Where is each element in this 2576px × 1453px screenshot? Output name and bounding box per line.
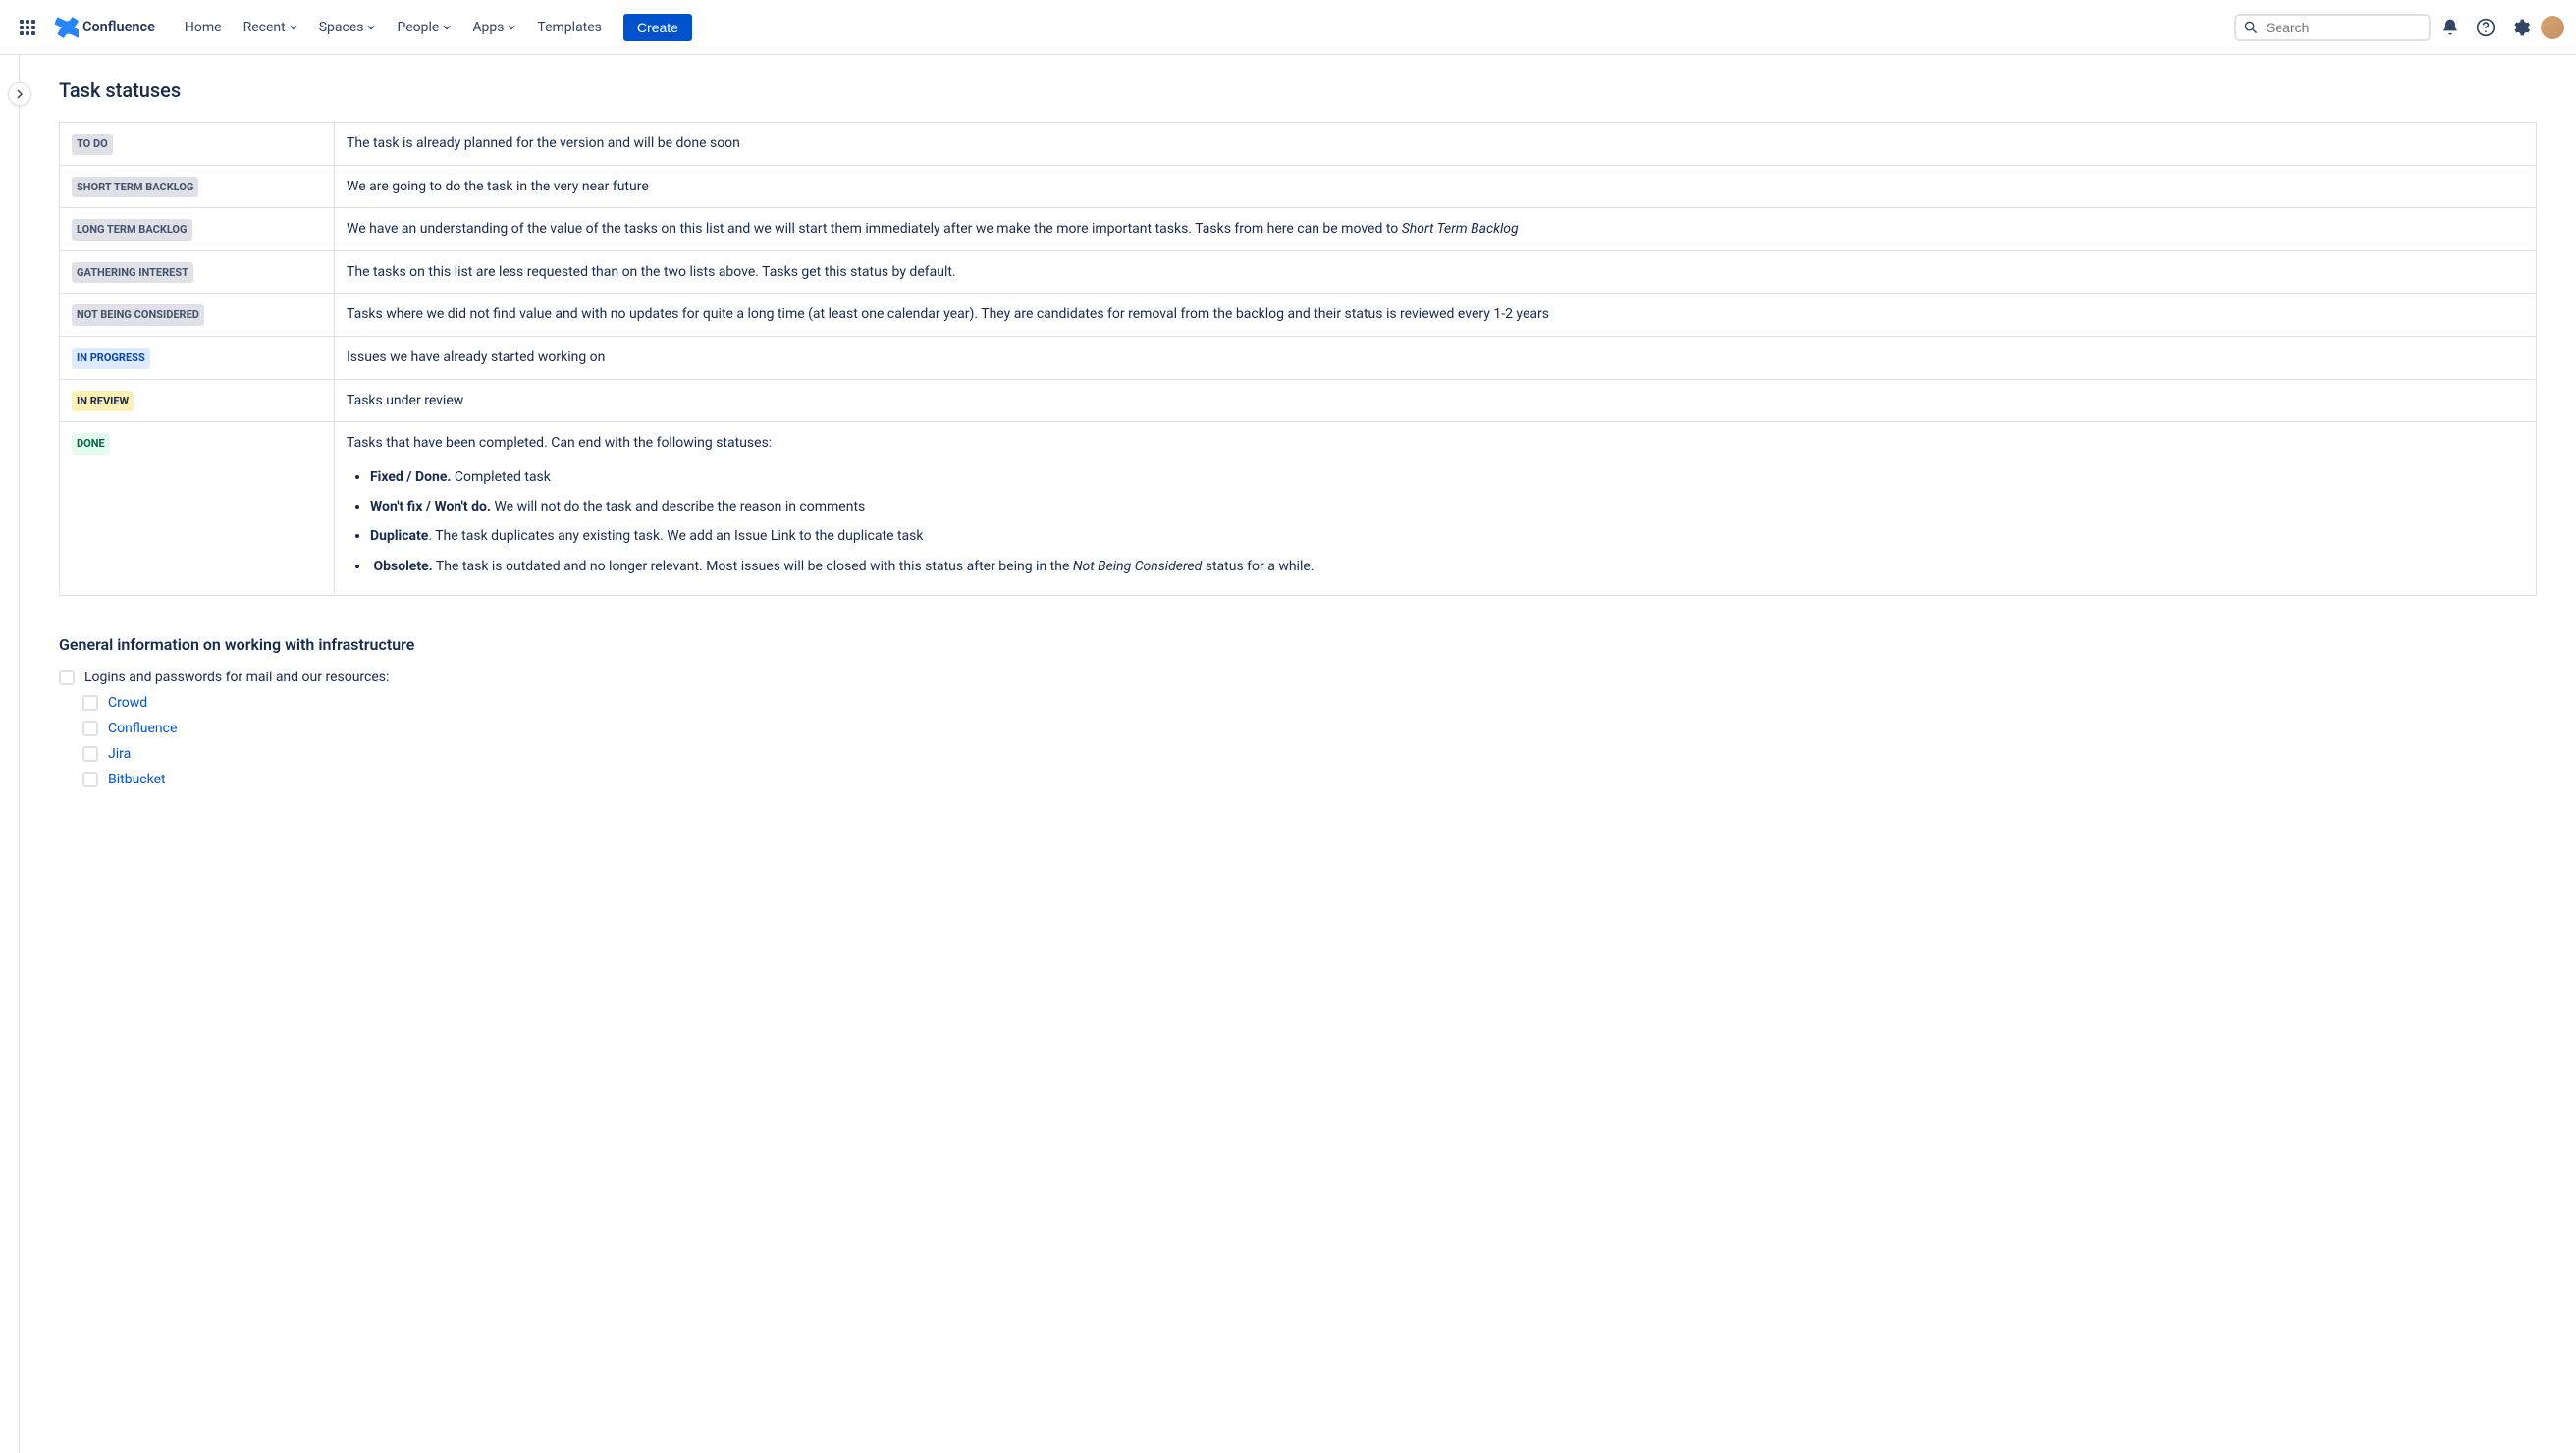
table-row: TO DO The task is already planned for th… [60, 123, 2537, 166]
task-item: Crowd [82, 695, 2537, 711]
chevron-down-icon [443, 24, 451, 31]
table-row: LONG TERM BACKLOG We have an understandi… [60, 208, 2537, 251]
nav-spaces[interactable]: Spaces [309, 14, 386, 41]
table-row: GATHERING INTEREST The tasks on this lis… [60, 250, 2537, 294]
gear-icon [2511, 18, 2531, 37]
status-desc: Tasks under review [335, 379, 2537, 422]
status-badge-todo: TO DO [72, 134, 113, 155]
task-link-crowd[interactable]: Crowd [108, 695, 147, 711]
task-item: Confluence [82, 721, 2537, 736]
table-row: DONE Tasks that have been completed. Can… [60, 422, 2537, 596]
task-item: Jira [82, 746, 2537, 762]
list-item: Won't fix / Won't do. We will not do the… [370, 496, 2524, 517]
task-checkbox[interactable] [59, 670, 75, 685]
nav-home[interactable]: Home [175, 14, 232, 41]
task-checkbox[interactable] [82, 695, 98, 711]
task-item: Logins and passwords for mail and our re… [59, 670, 2537, 685]
table-row: SHORT TERM BACKLOG We are going to do th… [60, 165, 2537, 208]
product-name: Confluence [82, 19, 155, 35]
nav-recent[interactable]: Recent [234, 14, 307, 41]
status-badge-done: DONE [72, 433, 110, 455]
nav-right [2234, 12, 2564, 43]
status-badge-long-term: LONG TERM BACKLOG [72, 219, 192, 241]
expand-sidebar-button[interactable] [8, 82, 31, 106]
chevron-down-icon [508, 24, 515, 31]
app-switcher-icon [20, 20, 35, 35]
task-checkbox[interactable] [82, 746, 98, 762]
status-badge-short-term: SHORT TERM BACKLOG [72, 177, 198, 198]
confluence-logo[interactable]: Confluence [47, 16, 163, 39]
status-desc: Tasks that have been completed. Can end … [335, 422, 2537, 596]
search-box[interactable] [2234, 14, 2431, 41]
help-button[interactable] [2470, 12, 2501, 43]
avatar[interactable] [2541, 16, 2564, 39]
page-content: Task statuses TO DO The task is already … [20, 55, 2576, 821]
status-desc: We are going to do the task in the very … [335, 165, 2537, 208]
table-row: IN REVIEW Tasks under review [60, 379, 2537, 422]
task-checkbox[interactable] [82, 772, 98, 787]
chevron-down-icon [290, 24, 297, 31]
page-title: Task statuses [59, 79, 2537, 102]
chevron-down-icon [367, 24, 375, 31]
nav-apps[interactable]: Apps [462, 14, 525, 41]
task-label: Logins and passwords for mail and our re… [84, 670, 389, 685]
task-list: Logins and passwords for mail and our re… [59, 670, 2537, 685]
task-list-nested: Crowd Confluence Jira Bitbucket [82, 695, 2537, 787]
search-input[interactable] [2266, 20, 2421, 35]
nav-items: Home Recent Spaces People Apps Templates… [175, 14, 692, 41]
create-button[interactable]: Create [623, 14, 692, 41]
notifications-button[interactable] [2435, 12, 2466, 43]
section-heading: General information on working with infr… [59, 635, 2537, 654]
status-desc: The tasks on this list are less requeste… [335, 250, 2537, 294]
list-item: Fixed / Done. Completed task [370, 466, 2524, 488]
task-link-jira[interactable]: Jira [108, 746, 131, 762]
status-badge-in-progress: IN PROGRESS [72, 348, 150, 369]
status-table: TO DO The task is already planned for th… [59, 122, 2537, 596]
task-link-bitbucket[interactable]: Bitbucket [108, 772, 166, 787]
top-nav: Confluence Home Recent Spaces People App… [0, 0, 2576, 55]
list-item: Obsolete. The task is outdated and no lo… [370, 556, 2524, 577]
bell-icon [2441, 18, 2460, 37]
sidebar-collapsed [0, 55, 20, 1453]
help-icon [2476, 18, 2496, 37]
search-icon [2244, 20, 2258, 35]
status-badge-gathering: GATHERING INTEREST [72, 262, 193, 284]
list-item: Duplicate. The task duplicates any exist… [370, 525, 2524, 547]
status-badge-in-review: IN REVIEW [72, 391, 134, 412]
task-checkbox[interactable] [82, 721, 98, 736]
nav-templates[interactable]: Templates [527, 14, 612, 41]
status-desc: The task is already planned for the vers… [335, 123, 2537, 166]
done-substatuses: Fixed / Done. Completed task Won't fix /… [370, 466, 2524, 578]
chevron-right-icon [15, 89, 25, 99]
status-desc: We have an understanding of the value of… [335, 208, 2537, 251]
nav-people[interactable]: People [387, 14, 460, 41]
app-switcher-button[interactable] [12, 12, 43, 43]
confluence-icon [55, 16, 79, 39]
status-badge-not-considered: NOT BEING CONSIDERED [72, 304, 204, 326]
table-row: IN PROGRESS Issues we have already start… [60, 336, 2537, 379]
settings-button[interactable] [2505, 12, 2537, 43]
task-item: Bitbucket [82, 772, 2537, 787]
status-desc: Issues we have already started working o… [335, 336, 2537, 379]
status-desc: Tasks where we did not find value and wi… [335, 294, 2537, 337]
task-link-confluence[interactable]: Confluence [108, 721, 177, 736]
table-row: NOT BEING CONSIDERED Tasks where we did … [60, 294, 2537, 337]
